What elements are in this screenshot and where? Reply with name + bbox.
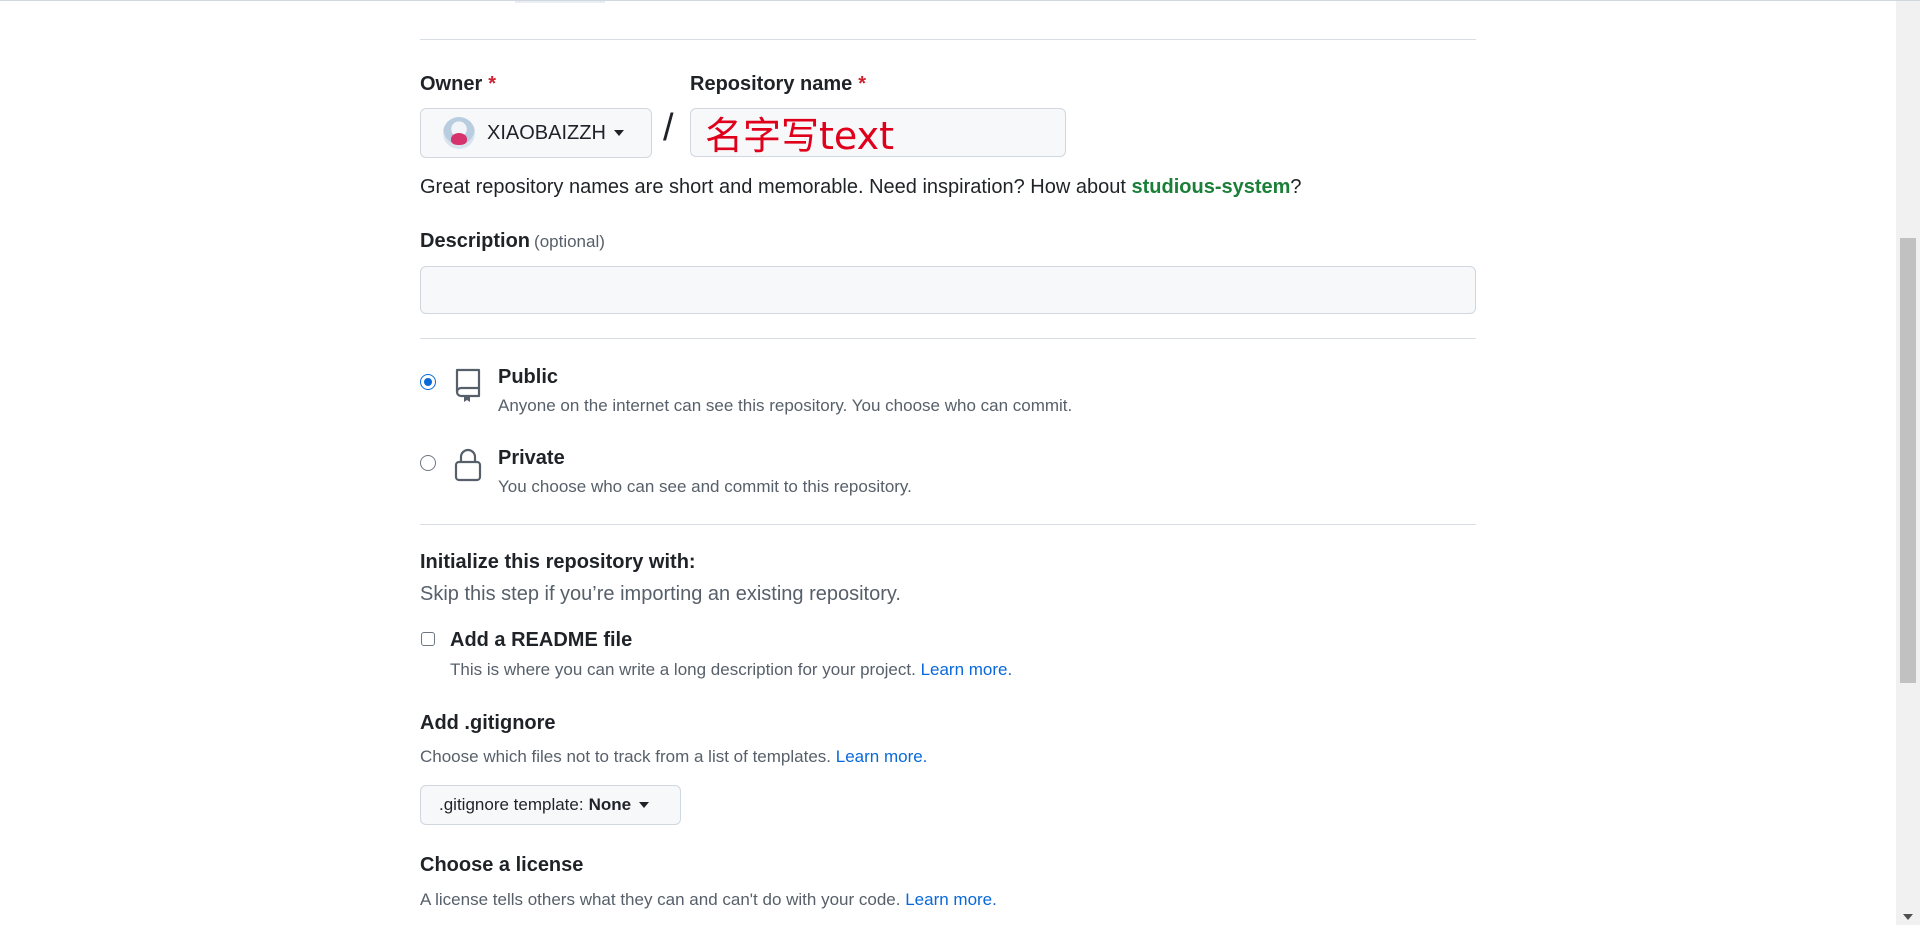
repository-name-label: Repository name * <box>690 73 867 95</box>
divider <box>420 338 1476 339</box>
lock-icon <box>454 448 482 482</box>
top-divider-stub <box>515 1 605 3</box>
caret-down-icon <box>613 130 624 136</box>
owner-dropdown[interactable]: XIAOBAIZZH <box>420 108 652 158</box>
scrollbar-thumb[interactable] <box>1900 238 1916 683</box>
readme-label[interactable]: Add a README file <box>450 629 632 652</box>
divider <box>420 524 1476 525</box>
license-learn-more-link[interactable]: Learn more. <box>905 890 997 909</box>
private-title: Private <box>498 447 565 469</box>
vertical-scrollbar[interactable] <box>1896 1 1920 925</box>
avatar <box>443 117 475 149</box>
gitignore-title: Add .gitignore <box>420 712 556 734</box>
gitignore-description: Choose which files not to track from a l… <box>420 747 928 766</box>
repo-icon <box>455 368 481 402</box>
owner-repo-separator: / <box>663 107 674 149</box>
readme-learn-more-link[interactable]: Learn more. <box>921 660 1013 679</box>
license-title: Choose a license <box>420 854 584 876</box>
name-hint: Great repository names are short and mem… <box>420 176 1302 198</box>
caret-down-icon <box>639 802 650 808</box>
private-description: You choose who can see and commit to thi… <box>498 477 912 496</box>
readme-checkbox[interactable] <box>421 632 435 646</box>
readme-description: This is where you can write a long descr… <box>450 660 1013 679</box>
gitignore-template-dropdown[interactable]: .gitignore template: None <box>420 785 681 825</box>
description-label: Description (optional) <box>420 230 605 252</box>
gitignore-learn-more-link[interactable]: Learn more. <box>836 747 928 766</box>
scroll-down-arrow-icon[interactable] <box>1903 914 1913 920</box>
license-description: A license tells others what they can and… <box>420 890 997 909</box>
init-title: Initialize this repository with: <box>420 551 696 573</box>
name-suggestion-link[interactable]: studious-system <box>1131 176 1290 198</box>
public-radio[interactable] <box>420 374 436 390</box>
init-subtitle: Skip this step if you’re importing an ex… <box>420 583 901 605</box>
owner-name: XIAOBAIZZH <box>487 121 606 144</box>
repository-name-input[interactable] <box>690 108 1066 157</box>
owner-label: Owner * <box>420 73 497 95</box>
public-title: Public <box>498 366 559 388</box>
description-input[interactable] <box>420 266 1476 314</box>
page: Owner* XIAOBAIZZH Repository name* / Gre… <box>0 0 1920 925</box>
private-radio[interactable] <box>420 455 436 471</box>
public-description: Anyone on the internet can see this repo… <box>498 396 1073 415</box>
divider <box>420 39 1476 40</box>
